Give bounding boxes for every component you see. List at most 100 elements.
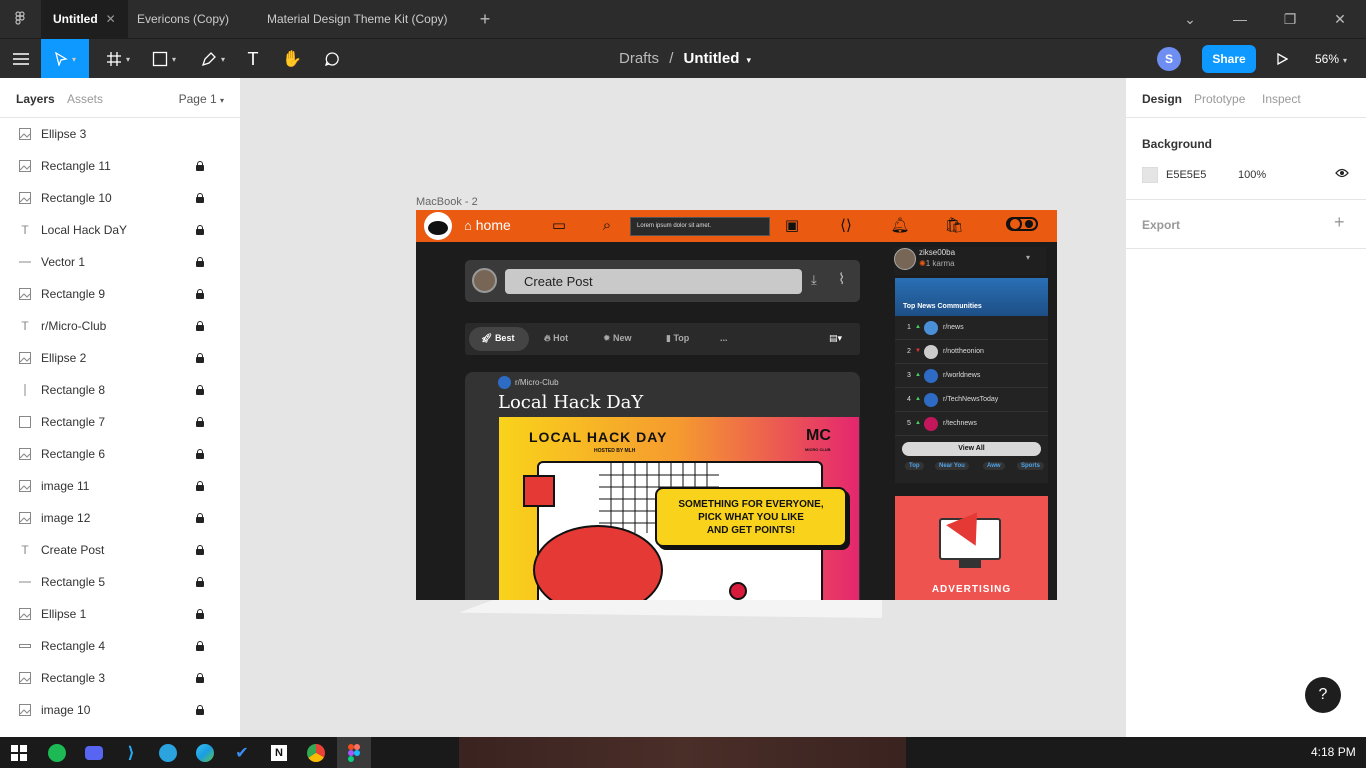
layout-icon[interactable]: ▤▾ [829,333,842,344]
post-card[interactable]: r/Micro-Club Local Hack DaY LOCAL HACK D… [465,372,860,600]
avatar[interactable]: S [1157,47,1181,71]
community-row[interactable]: 2 ▼ r/nottheonion [895,340,1048,364]
pen-tool-button[interactable]: ▾ [195,39,231,79]
edge-icon[interactable] [196,744,214,762]
community-tag[interactable]: Sports [1017,462,1045,470]
download-icon[interactable]: ⤓ [811,272,817,288]
layer-row[interactable]: image 10 [0,694,240,726]
attachment-icon[interactable]: ⌇ [838,270,845,288]
vscode-icon[interactable]: ⟩ [121,743,141,763]
frame-label[interactable]: MacBook - 2 [416,196,478,208]
layer-row[interactable]: Ellipse 3 [0,118,240,150]
toggle-icon[interactable] [1006,216,1038,236]
layer-row[interactable]: Rectangle 7 [0,406,240,438]
tab-inspect[interactable]: Inspect [1262,92,1301,106]
lock-icon[interactable] [196,353,204,363]
community-row[interactable]: 3 ▲ r/worldnews [895,364,1048,388]
layer-row[interactable]: Rectangle 10 [0,182,240,214]
lock-icon[interactable] [196,577,204,587]
telegram-icon[interactable] [159,744,177,762]
zoom-dropdown[interactable]: 56% ▾ [1315,39,1347,79]
nav-home[interactable]: ⌂ home [464,217,511,233]
macbook-frame[interactable]: ⌂ home ▭ ⌕ Lorem ipsum dolor sit amet. ▣… [416,210,1057,600]
community-tag[interactable]: Top [905,462,924,470]
minimize-icon[interactable]: — [1225,0,1255,38]
community-row[interactable]: 1 ▲ r/news [895,316,1048,340]
more-icon[interactable]: ... [720,333,728,343]
sort-top[interactable]: ▮ Top [666,333,689,344]
sort-new[interactable]: ✹ New [603,333,632,344]
tab-prototype[interactable]: Prototype [1194,92,1245,106]
close-icon[interactable]: ✕ [106,12,116,26]
notion-icon[interactable]: N [271,745,287,761]
text-tool-icon[interactable]: T [242,39,264,79]
create-post-input[interactable]: Create Post [505,269,802,294]
todo-icon[interactable]: ✔ [232,743,252,763]
lock-icon[interactable] [196,449,204,459]
bg-opacity-input[interactable]: 100% [1238,169,1266,181]
lock-icon[interactable] [196,545,204,555]
add-export-icon[interactable]: + [1334,212,1345,233]
community-tag[interactable]: Aww [983,462,1005,470]
page-selector[interactable]: Page 1 ▾ [179,92,224,106]
layer-row[interactable]: Tr/Micro-Club [0,310,240,342]
restore-icon[interactable]: ❐ [1275,0,1305,38]
layer-row[interactable]: Rectangle 4 [0,630,240,662]
file-name[interactable]: Untitled [684,50,740,67]
chrome-icon[interactable] [307,744,325,762]
advertising-banner[interactable]: ADVERTISING [895,496,1048,600]
layer-row[interactable]: Rectangle 8 [0,374,240,406]
layer-row[interactable]: Rectangle 5 [0,566,240,598]
bg-hex-input[interactable]: E5E5E5 [1166,169,1206,181]
layer-row[interactable]: T Local Hack DaY [0,214,240,246]
search-input[interactable]: Lorem ipsum dolor sit amet. [630,217,770,236]
clock[interactable]: 4:18 PM [1311,745,1356,759]
tab-material-kit[interactable]: Material Design Theme Kit (Copy) [255,0,460,38]
discord-icon[interactable] [85,746,103,760]
breadcrumb-drafts[interactable]: Drafts [619,50,659,67]
eye-icon[interactable] [1335,167,1349,182]
share-button[interactable]: Share [1202,45,1256,73]
lock-icon[interactable] [196,289,204,299]
chevron-down-icon[interactable]: ⌄ [1175,0,1205,38]
lock-icon[interactable] [196,385,204,395]
post-title[interactable]: Local Hack DaY [498,392,643,413]
layer-row[interactable]: Ellipse 2 [0,342,240,374]
layer-row[interactable]: image 12 [0,502,240,534]
lock-icon[interactable] [196,257,204,267]
layer-row[interactable]: image 11 [0,470,240,502]
code-icon[interactable]: ⟨⟩ [836,216,856,236]
community-row[interactable]: 5 ▲ r/technews [895,412,1048,436]
chevron-down-icon[interactable]: ▾ [747,55,752,65]
move-tool-button[interactable]: ▾ [41,39,89,79]
layer-row[interactable]: Vector 1 [0,246,240,278]
lock-icon[interactable] [196,417,204,427]
lock-icon[interactable] [196,705,204,715]
color-swatch[interactable] [1142,167,1158,183]
close-window-icon[interactable]: ✕ [1325,0,1355,38]
hand-tool-icon[interactable]: ✋ [281,39,303,79]
lock-icon[interactable] [196,513,204,523]
lock-icon[interactable] [196,225,204,235]
export-title[interactable]: Export [1142,218,1180,232]
layer-row[interactable]: Rectangle 3 [0,662,240,694]
post-subreddit[interactable]: r/Micro-Club [515,378,559,387]
spotify-icon[interactable] [48,744,66,762]
layer-row[interactable]: Ellipse 1 [0,598,240,630]
frame-tool-button[interactable]: ▾ [100,39,136,79]
tab-evericons[interactable]: Evericons (Copy) [125,0,241,38]
lock-icon[interactable] [196,609,204,619]
community-row[interactable]: 4 ▲ r/TechNewsToday [895,388,1048,412]
tab-assets[interactable]: Assets [67,92,103,106]
reddit-logo[interactable] [424,212,452,240]
bell-icon[interactable]: 🔔︎ [890,216,910,236]
layer-row[interactable]: Rectangle 11 [0,150,240,182]
tab-layers[interactable]: Layers [16,92,55,106]
lock-icon[interactable] [196,193,204,203]
windows-start-icon[interactable] [9,743,29,763]
video-icon[interactable]: ▣ [782,216,802,236]
chat-icon[interactable]: ▭ [549,216,569,236]
lock-icon[interactable] [196,161,204,171]
comment-tool-icon[interactable] [321,39,343,79]
tab-design[interactable]: Design [1142,92,1182,106]
